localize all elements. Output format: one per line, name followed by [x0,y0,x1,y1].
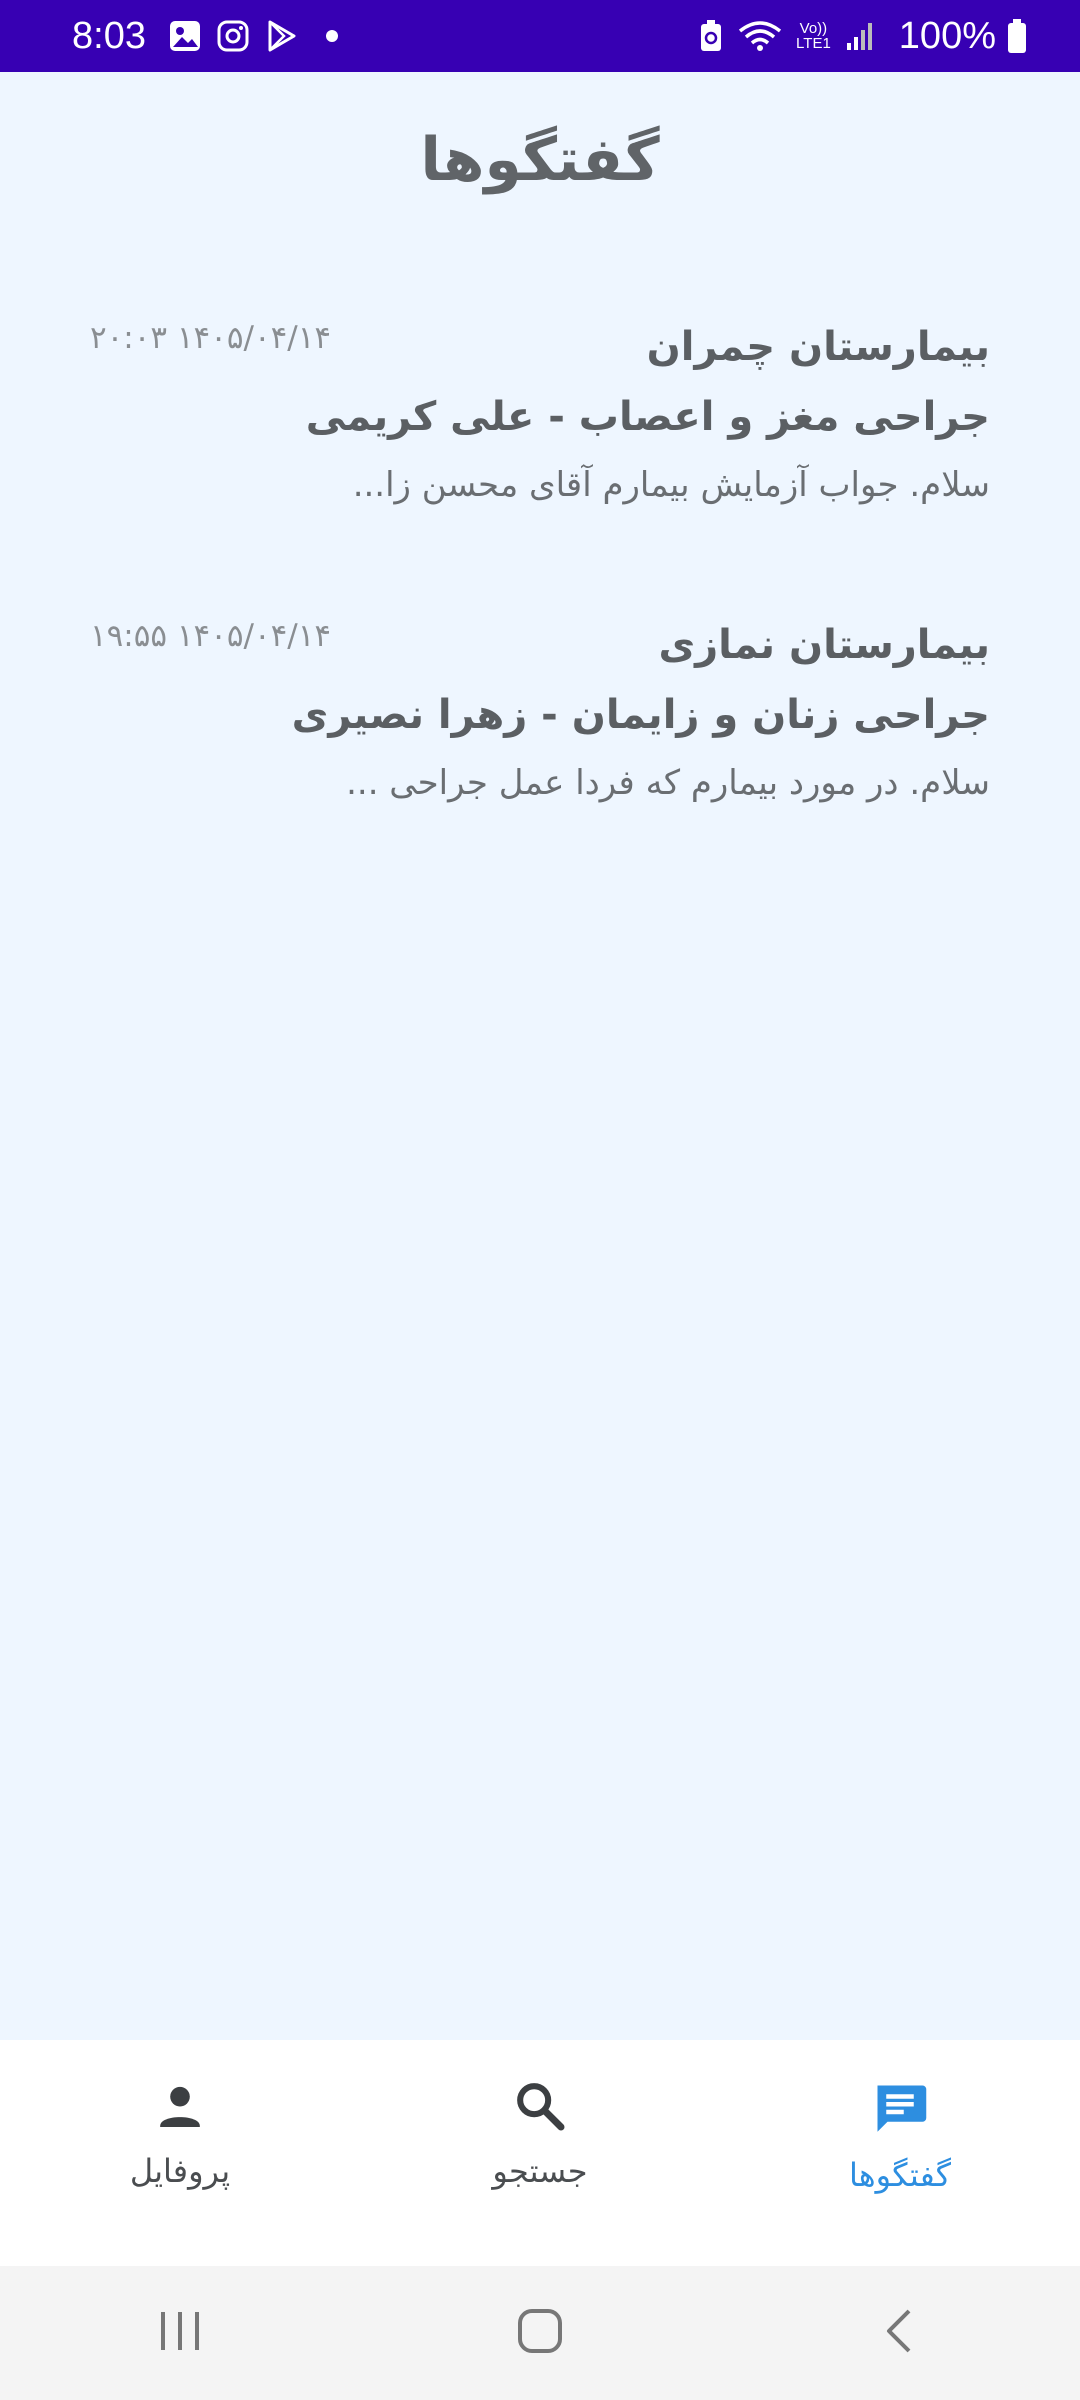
lte-icon: Vo)) LTE1 [796,21,831,51]
wifi-icon [738,19,782,53]
status-bar: 8:03 Vo)) LTE1 100% [0,0,1080,72]
page-title: گفتگوها [420,125,660,195]
instagram-icon [216,19,250,53]
conversation-list: ۱۴۰۵/۰۴/۱۴ ۲۰:۰۳ بیمارستان چمران جراحی م… [0,312,1080,908]
conversation-time: ۱۴۰۵/۰۴/۱۴ ۱۹:۵۵ [90,618,331,654]
lte-bottom-label: LTE1 [796,35,831,52]
person-icon [152,2078,208,2138]
battery-saver-icon [698,19,724,53]
conversation-time: ۱۴۰۵/۰۴/۱۴ ۲۰:۰۳ [90,320,331,356]
recent-apps-button[interactable] [110,2283,250,2383]
conversation-preview: سلام. در مورد بیمارم که فردا عمل جراحی .… [346,763,990,803]
play-store-icon [264,19,298,53]
notification-dot-icon [325,30,338,42]
gallery-icon [168,19,202,53]
conversation-doctor: جراحی زنان و زایمان - زهرا نصیری [291,692,990,738]
nav-label-search: جستجو [492,2152,588,2190]
conversation-preview: سلام. جواب آزمایش بیمارم آقای محسن زا... [352,465,990,505]
home-button[interactable] [470,2283,610,2383]
back-icon [875,2306,925,2360]
nav-item-chats[interactable]: گفتگوها [720,2040,1080,2266]
nav-label-profile: پروفایل [129,2152,231,2190]
recent-apps-icon [155,2306,205,2360]
system-navigation-bar [0,2266,1080,2400]
status-time: 8:03 [72,14,146,57]
nav-item-search[interactable]: جستجو [360,2040,720,2266]
conversation-item[interactable]: ۱۴۰۵/۰۴/۱۴ ۱۹:۵۵ بیمارستان نمازی جراحی ز… [0,610,1080,908]
signal-icon [845,21,875,51]
nav-item-profile[interactable]: پروفایل [0,2040,360,2266]
conversation-doctor: جراحی مغز و اعصاب - علی کریمی [305,394,990,440]
lte-top-label: Vo)) [799,20,828,37]
search-icon [512,2078,568,2138]
back-button[interactable] [830,2283,970,2383]
nav-label-chats: گفتگوها [849,2156,951,2194]
battery-icon [1006,18,1028,54]
chat-icon [870,2078,930,2142]
battery-percent: 100% [898,14,996,57]
bottom-navigation: پروفایل جستجو گفتگوها [0,2040,1080,2266]
conversation-item[interactable]: ۱۴۰۵/۰۴/۱۴ ۲۰:۰۳ بیمارستان چمران جراحی م… [0,312,1080,610]
home-icon [515,2306,565,2360]
